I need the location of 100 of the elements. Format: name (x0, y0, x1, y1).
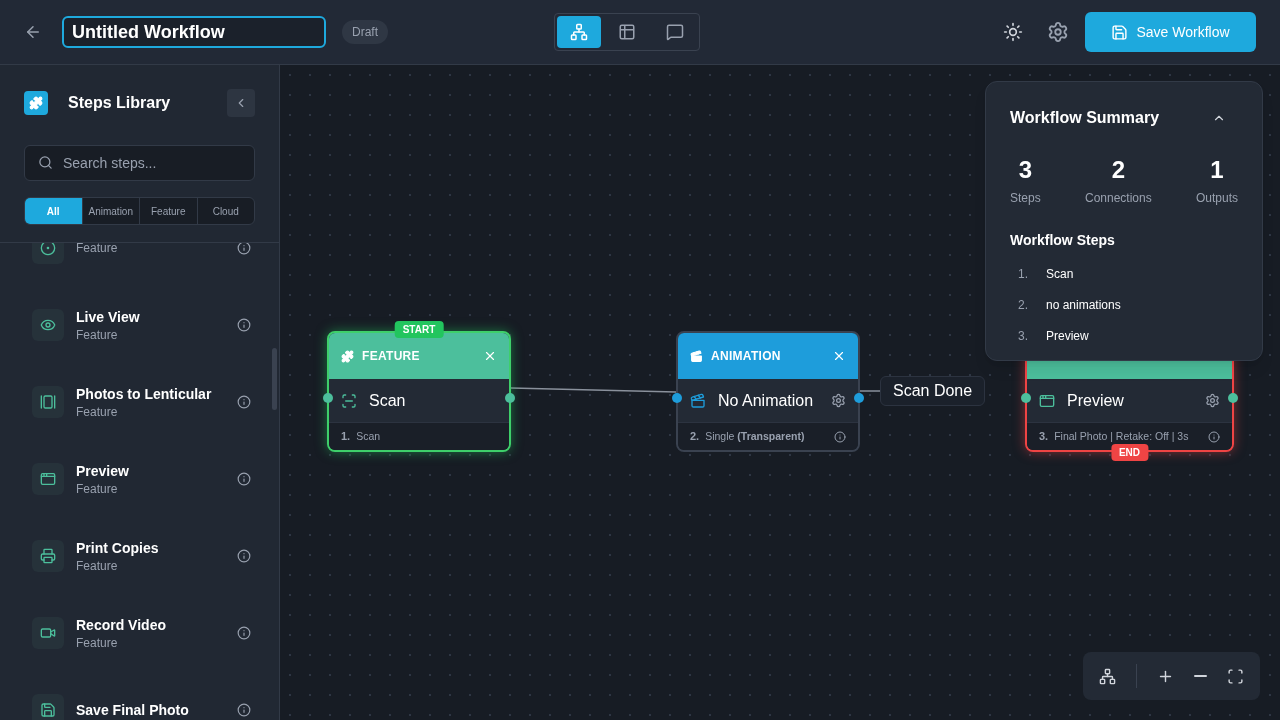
connection-line (859, 390, 881, 392)
step-category: Feature (76, 634, 119, 651)
step-name: Record Video (76, 615, 166, 635)
info-icon[interactable] (237, 471, 251, 486)
info-icon[interactable] (237, 394, 251, 409)
step-name: Print Copies (76, 538, 159, 558)
video-camera-icon (32, 616, 64, 649)
step-name: Photos to Lenticular (76, 384, 212, 404)
status-badge: Draft (342, 20, 388, 44)
output-port[interactable] (505, 393, 515, 403)
eye-icon (32, 308, 64, 341)
node-title: Preview (1067, 390, 1124, 411)
input-port[interactable] (1021, 393, 1031, 403)
layout-button[interactable] (1099, 667, 1116, 685)
step-item[interactable]: Preview Feature (32, 440, 263, 517)
settings-button[interactable] (1047, 21, 1069, 43)
puzzle-icon (341, 349, 354, 363)
step-category: Feature (76, 557, 119, 574)
step-number: 1. (341, 429, 351, 445)
diagram-icon (1099, 667, 1116, 685)
settings-icon[interactable] (831, 393, 846, 408)
stat-value: 1 (1210, 155, 1224, 185)
search-icon (38, 155, 53, 170)
clapperboard-icon (690, 349, 703, 363)
diagram-icon (570, 23, 588, 41)
step-name: Save Final Photo (76, 700, 189, 720)
step-details: Final Photo | Retake: Off | 3s (1054, 428, 1189, 444)
close-button[interactable] (832, 349, 846, 363)
step-category: Feature (76, 403, 119, 420)
step-number: 1. (1018, 266, 1029, 282)
node-type: ANIMATION (711, 348, 781, 364)
sidebar-title: Steps Library (68, 93, 171, 113)
step-item[interactable]: Record Video Feature (32, 594, 263, 671)
filter-tab[interactable]: Cloud (196, 198, 254, 224)
settings-icon[interactable] (1205, 393, 1220, 408)
node-title: Scan (369, 390, 406, 411)
scan-icon (341, 392, 357, 409)
step-details: Single (Transparent) (705, 428, 805, 444)
info-icon[interactable] (237, 317, 251, 332)
fit-view-button[interactable] (1227, 667, 1244, 685)
input-port[interactable] (323, 393, 333, 403)
node-type: FEATURE (362, 348, 420, 364)
stat-label: Connections (1084, 190, 1152, 206)
puzzle-icon (24, 91, 48, 115)
step-number: 3. (1039, 429, 1049, 445)
search-field[interactable]: Search steps... (24, 145, 255, 181)
info-icon[interactable] (237, 625, 251, 640)
save-icon (1111, 23, 1129, 41)
step-category: Feature (76, 326, 119, 343)
theme-toggle[interactable] (1003, 22, 1023, 42)
step-name: Preview (76, 461, 129, 481)
step-item[interactable]: Save Final Photo (32, 671, 263, 720)
clapperboard-icon (690, 392, 706, 409)
step-name: Preview (1046, 328, 1089, 344)
step-item[interactable]: Photos to Lenticular Feature (32, 363, 263, 440)
info-icon[interactable] (237, 702, 251, 717)
step-name: Scan (1046, 266, 1074, 282)
step-item[interactable]: Live View Feature (32, 286, 263, 363)
info-icon[interactable] (237, 548, 251, 563)
stat-value: 3 (1018, 155, 1032, 185)
close-icon (483, 349, 497, 363)
output-port[interactable] (854, 393, 864, 403)
step-name: Live View (76, 307, 140, 327)
chat-icon (666, 23, 684, 41)
minus-icon (1194, 675, 1207, 677)
scrollbar[interactable] (272, 348, 277, 410)
step-item[interactable]: Feature (32, 243, 263, 286)
info-icon[interactable] (1208, 430, 1220, 443)
preview-icon (1039, 392, 1055, 409)
stat-label: Outputs (1195, 190, 1238, 206)
filter-tab[interactable]: Feature (139, 198, 197, 224)
step-name: no animations (1046, 297, 1121, 313)
steps-title: Workflow Steps (1010, 231, 1116, 250)
start-badge: START (394, 321, 444, 338)
step-details: Scan (356, 428, 381, 444)
stat-label: Steps (1010, 190, 1041, 206)
close-icon (832, 349, 846, 363)
step-number: 2. (690, 429, 700, 445)
preview-icon (32, 462, 64, 495)
output-port[interactable] (1228, 393, 1238, 403)
filter-tab[interactable]: Animation (81, 198, 139, 224)
summary-title: Workflow Summary (1010, 108, 1160, 128)
step-category: Feature (76, 243, 118, 256)
step-number: 2. (1018, 297, 1029, 313)
info-icon[interactable] (834, 430, 846, 443)
gallery-icon (32, 385, 64, 418)
node-title: No Animation (718, 390, 814, 411)
view-tab[interactable] (557, 16, 601, 48)
step-category: Feature (76, 480, 119, 497)
step-item[interactable]: Print Copies Feature (32, 517, 263, 594)
table-icon (618, 23, 636, 41)
workflow-title-field[interactable]: Untitled Workflow (62, 16, 326, 48)
info-icon[interactable] (237, 243, 251, 255)
back-button[interactable] (24, 23, 42, 41)
end-badge: END (1110, 444, 1149, 461)
stat-value: 2 (1111, 155, 1125, 185)
input-port[interactable] (672, 393, 682, 403)
edge-label: Scan Done (880, 376, 986, 406)
fit-view-icon (1227, 667, 1244, 685)
printer-icon (32, 539, 64, 572)
